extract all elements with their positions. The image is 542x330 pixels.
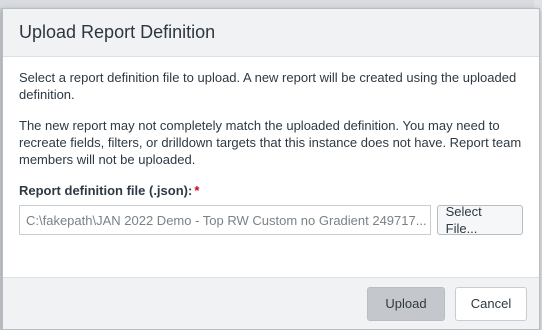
dialog-header: Upload Report Definition	[3, 9, 539, 57]
dialog-body: Select a report definition file to uploa…	[3, 57, 539, 236]
select-file-button[interactable]: Select File...	[436, 204, 523, 236]
cancel-button[interactable]: Cancel	[455, 286, 527, 321]
file-field-label: Report definition file (.json): *	[19, 182, 523, 199]
background-top	[0, 0, 542, 8]
dialog-footer: Upload Cancel	[3, 277, 539, 329]
upload-report-dialog: Upload Report Definition Select a report…	[2, 8, 540, 330]
required-marker: *	[194, 183, 200, 198]
warning-text: The new report may not completely match …	[19, 118, 522, 167]
file-path-input[interactable]: C:\fakepath\JAN 2022 Demo - Top RW Custo…	[19, 205, 431, 235]
dialog-title: Upload Report Definition	[19, 22, 216, 42]
file-row: C:\fakepath\JAN 2022 Demo - Top RW Custo…	[19, 204, 523, 236]
intro-text: Select a report definition file to uploa…	[19, 70, 517, 102]
file-field-label-text: Report definition file (.json):	[19, 183, 193, 198]
upload-button[interactable]: Upload	[367, 286, 445, 321]
